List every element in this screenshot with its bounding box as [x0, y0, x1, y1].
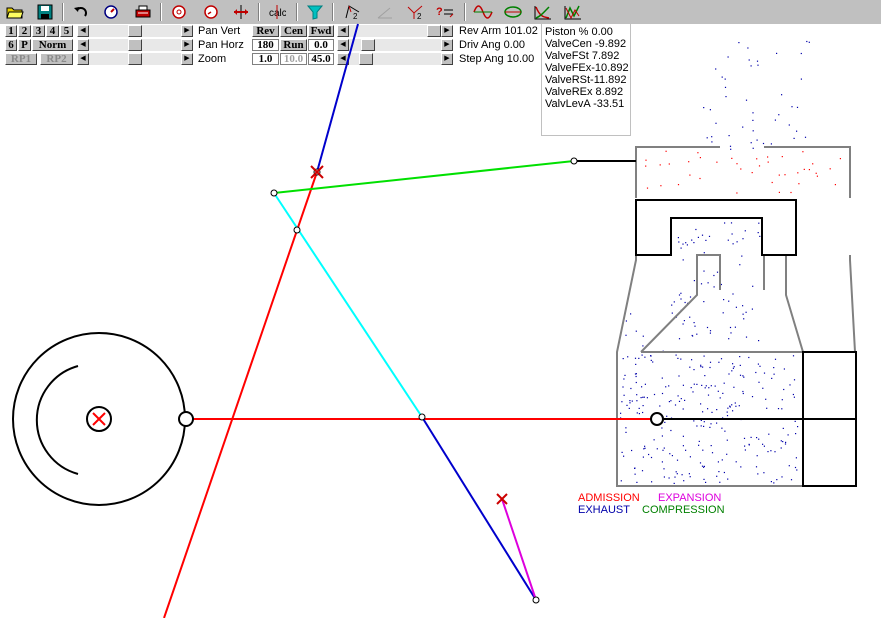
valve-chest-outline — [616, 146, 856, 487]
radius-pivot-cross-icon — [310, 165, 324, 179]
joint-spindle — [570, 157, 578, 165]
expansion-link — [163, 171, 318, 618]
union-link — [501, 498, 537, 601]
legend-exhaust: EXHAUST — [578, 504, 630, 516]
joint-lever — [418, 413, 426, 421]
joint-reach — [270, 189, 278, 197]
crosshead — [650, 412, 664, 426]
crank-pin — [178, 411, 194, 427]
joint-link — [293, 226, 301, 234]
legend-compression: COMPRESSION — [642, 504, 725, 516]
crank-arc — [35, 365, 79, 475]
mechanism-canvas[interactable] — [0, 0, 881, 618]
link-pivot-cross-icon — [496, 493, 508, 505]
slide-valve — [635, 199, 797, 256]
crank-center-cross-icon — [92, 412, 106, 426]
combination-lever — [421, 416, 537, 601]
radius-rod-upper — [316, 23, 359, 173]
joint-bottom — [532, 596, 540, 604]
legend-expansion: EXPANSION — [658, 492, 722, 504]
legend-admission: ADMISSION — [578, 492, 640, 504]
